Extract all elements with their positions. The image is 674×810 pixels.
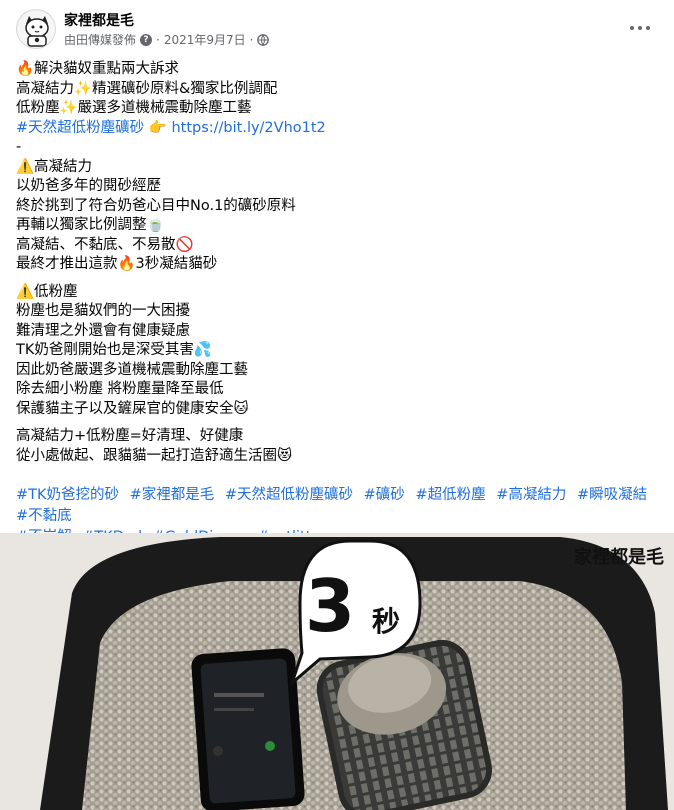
text-line: 從小處做起、跟貓貓一起打造舒適生活圈😻 xyxy=(16,447,293,464)
video-watermark: 家裡都是毛 xyxy=(574,546,664,568)
more-options-button[interactable] xyxy=(622,10,658,46)
post-video[interactable]: 3 秒 家裡都是毛 xyxy=(0,533,674,810)
text-line: 粉塵也是貓奴們的一大困擾 xyxy=(16,303,190,319)
text-line: 最終才推出這款🔥3秒凝結貓砂 xyxy=(16,256,218,272)
text-line: 保護貓主子以及鏟屎官的健康安全🐱 xyxy=(16,400,249,417)
text-line: 再輔以獨家比例調整🍵 xyxy=(16,217,165,233)
post-meta: 由田傳媒發佈 ? · 2021年9月7日 · xyxy=(64,31,270,48)
text-line: 終於挑到了符合奶爸心目中No.1的礦砂原料 xyxy=(16,197,296,214)
short-url-link[interactable]: https://bit.ly/2Vho1t2 xyxy=(171,120,325,136)
text-line: - xyxy=(16,139,22,155)
hashtag-link[interactable]: #TK奶爸挖的砂 xyxy=(16,487,119,503)
meta-separator: · xyxy=(249,32,254,47)
phone-timer xyxy=(191,648,305,810)
dot xyxy=(646,26,650,30)
dot xyxy=(630,26,634,30)
hashtag-link[interactable]: #瞬吸凝結 xyxy=(577,487,647,503)
pointing-hand-emoji: 👉 xyxy=(148,119,167,136)
hashtag-link[interactable]: #超低粉塵 xyxy=(415,487,485,503)
hashtag-link[interactable]: #天然超低粉塵礦砂 xyxy=(225,487,353,503)
hashtag-link[interactable]: #高凝結力 xyxy=(496,487,566,503)
litter-scoop xyxy=(316,639,493,810)
hashtag-link[interactable]: #家裡都是毛 xyxy=(130,487,215,503)
dot xyxy=(638,26,642,30)
text-line: TK奶爸剛開始也是深受其害💦 xyxy=(16,342,212,358)
lucky-cat-logo-icon xyxy=(18,11,55,48)
text-line: 低粉塵✨嚴選多道機械震動除塵工藝 xyxy=(16,100,252,116)
bubble-unit: 秒 xyxy=(372,605,400,638)
help-icon[interactable]: ? xyxy=(140,33,153,46)
bubble-number: 3 xyxy=(305,564,355,648)
page-name-link[interactable]: 家裡都是毛 xyxy=(64,10,134,30)
post-text: 🔥解決貓奴重點兩大訴求 高凝結力✨精選礦砂原料&獨家比例調配 低粉塵✨嚴選多道機… xyxy=(16,60,664,466)
publisher-label: 由田傳媒發佈 xyxy=(64,33,137,47)
text-line: #天然超低粉塵礦砂 👉 https://bit.ly/2Vho1t2 xyxy=(16,119,664,139)
text-line: 以奶爸多年的閱砂經歷 xyxy=(16,178,161,194)
page-avatar[interactable] xyxy=(16,9,56,49)
text-line: 🔥解決貓奴重點兩大訴求 xyxy=(16,61,180,77)
hashtag-link[interactable]: #礦砂 xyxy=(364,487,405,503)
globe-icon xyxy=(257,33,270,46)
post-date-link[interactable]: 2021年9月7日 xyxy=(164,31,246,48)
text-line: 難清理之外還會有健康疑慮 xyxy=(16,322,190,339)
text-line: 高凝結力+低粉塵=好清理、好健康 xyxy=(16,428,244,444)
section-heading: ⚠️高凝結力 xyxy=(16,158,93,175)
meta-separator: · xyxy=(156,32,160,47)
text-line: 除去細小粉塵 將粉塵量降至最低 xyxy=(16,381,224,397)
text-line: 因此奶爸嚴選多道機械震動除塵工藝 xyxy=(16,361,248,378)
video-frame-illustration: 3 秒 家裡都是毛 xyxy=(0,533,674,810)
post-header: 家裡都是毛 由田傳媒發佈 ? · 2021年9月7日 · xyxy=(0,0,674,56)
hashtag-link[interactable]: #不黏底 xyxy=(16,508,72,524)
section-heading: ⚠️低粉塵 xyxy=(16,283,78,300)
text-line: 高凝結、不黏底、不易散🚫 xyxy=(16,236,194,253)
hashtag-link[interactable]: #天然超低粉塵礦砂 xyxy=(16,120,144,136)
text-line: 高凝結力✨精選礦砂原料&獨家比例調配 xyxy=(16,80,278,97)
